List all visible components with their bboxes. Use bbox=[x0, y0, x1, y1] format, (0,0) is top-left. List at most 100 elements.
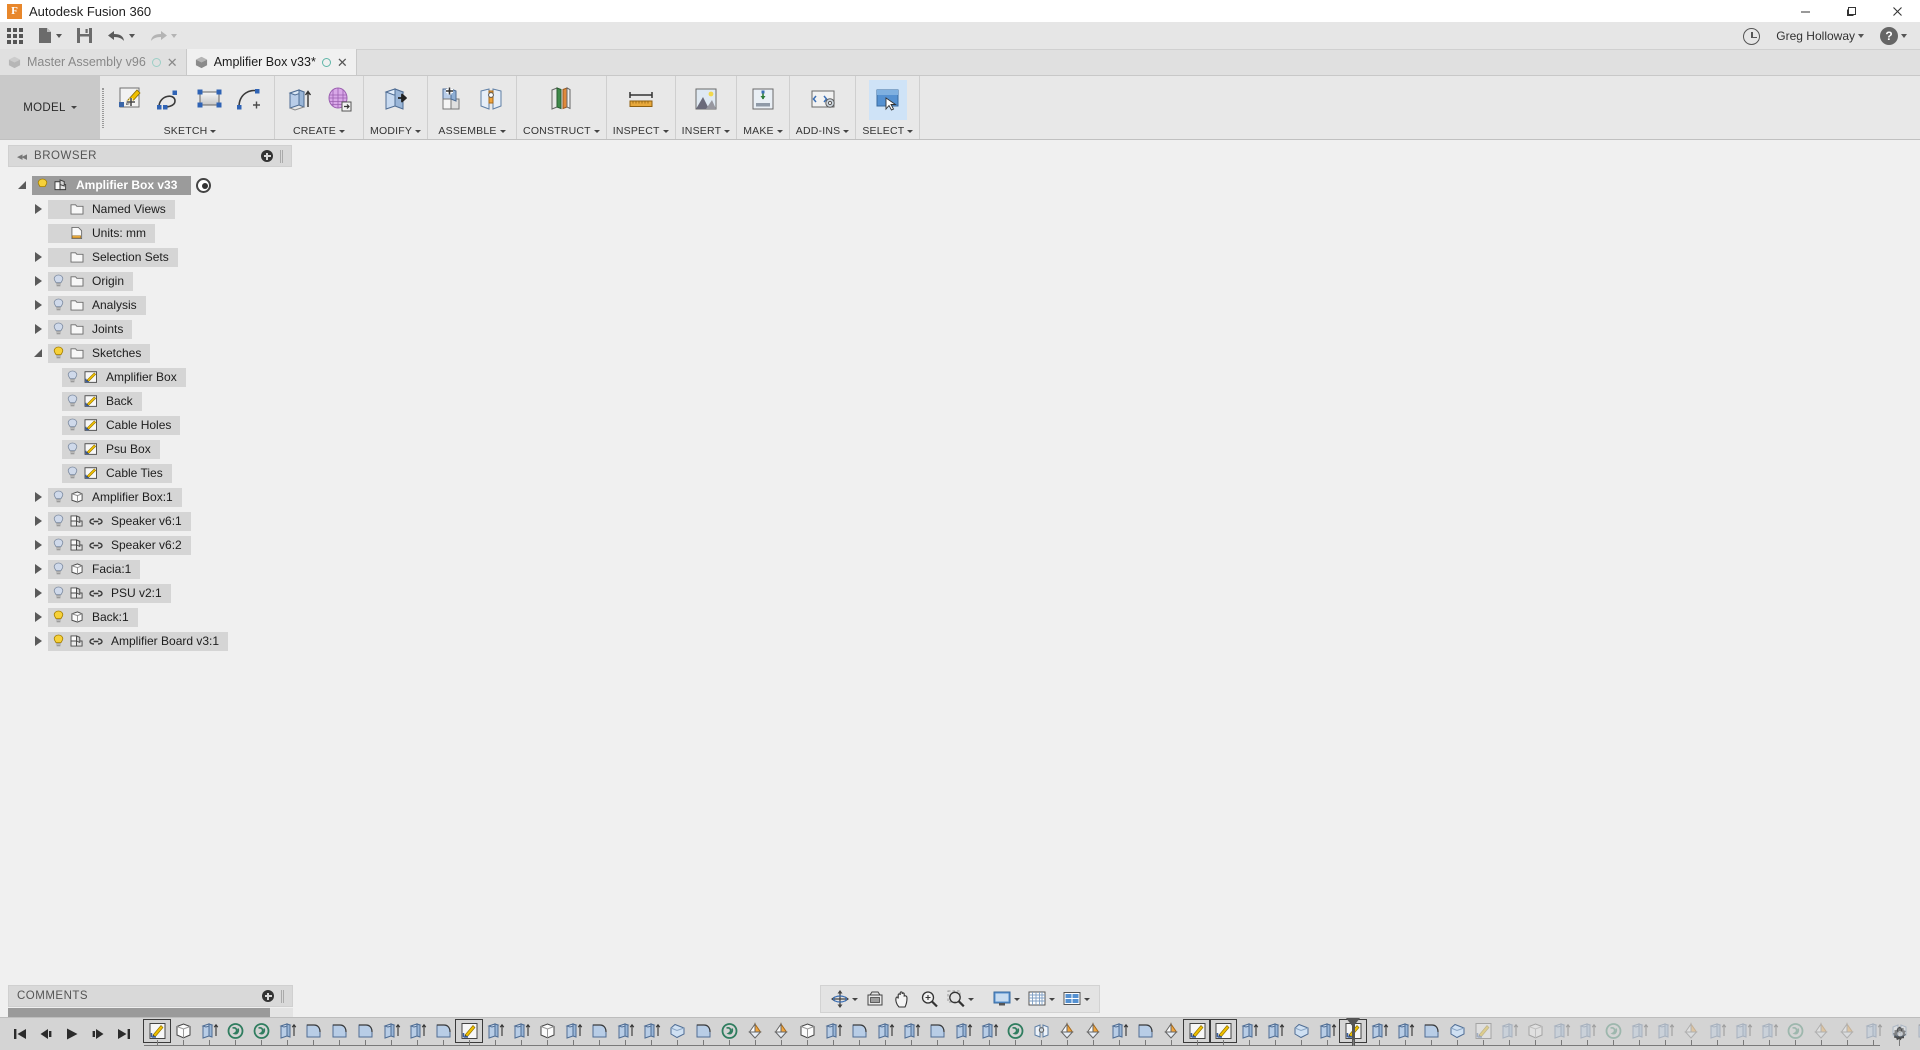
browser-item-named-views[interactable]: Named Views bbox=[0, 197, 300, 221]
timeline-feature[interactable] bbox=[560, 1020, 586, 1042]
timeline-feature[interactable] bbox=[1392, 1020, 1418, 1042]
ribbon-group-label-sketch[interactable]: SKETCH bbox=[106, 123, 274, 139]
timeline-feature[interactable] bbox=[612, 1020, 638, 1042]
visibility-bulb-icon[interactable] bbox=[52, 322, 65, 336]
create-mesh-button[interactable] bbox=[320, 80, 358, 120]
expand-arrow[interactable] bbox=[12, 181, 32, 189]
browser-item-cable-ties[interactable]: Cable Ties bbox=[0, 461, 300, 485]
timeline-feature[interactable] bbox=[1236, 1020, 1262, 1042]
browser-item-amplifier-box-1[interactable]: Amplifier Box:1 bbox=[0, 485, 300, 509]
visibility-bulb-icon[interactable] bbox=[66, 466, 79, 480]
browser-root-node[interactable]: Amplifier Box v33 bbox=[0, 173, 300, 197]
timeline-feature[interactable] bbox=[1756, 1020, 1782, 1042]
arc-button[interactable] bbox=[231, 80, 269, 120]
timeline-feature[interactable] bbox=[1080, 1020, 1106, 1042]
expand-arrow[interactable] bbox=[28, 252, 48, 262]
timeline-feature[interactable] bbox=[768, 1020, 794, 1042]
user-menu-button[interactable]: Greg Holloway bbox=[1769, 22, 1871, 50]
document-tab-amplifier-box[interactable]: Amplifier Box v33* ✕ bbox=[187, 49, 357, 75]
visibility-bulb-icon[interactable] bbox=[52, 610, 65, 624]
view-cube[interactable]: BACK X Y bbox=[1772, 236, 1892, 346]
browser-item-amplifier-board-v3-1[interactable]: Amplifier Board v3:1 bbox=[0, 629, 300, 653]
timeline-feature[interactable] bbox=[1704, 1020, 1730, 1042]
help-menu-button[interactable]: ? bbox=[1873, 22, 1914, 50]
timeline-feature[interactable] bbox=[976, 1020, 1002, 1042]
expand-arrow[interactable] bbox=[28, 204, 48, 214]
scripts-addins-button[interactable] bbox=[804, 80, 842, 120]
visibility-bulb-icon[interactable] bbox=[52, 346, 65, 360]
viewports-button[interactable] bbox=[1059, 987, 1093, 1011]
timeline-feature[interactable] bbox=[1496, 1020, 1522, 1042]
browser-item-back[interactable]: Back bbox=[0, 389, 300, 413]
close-button[interactable] bbox=[1874, 0, 1920, 22]
ribbon-group-label-inspect[interactable]: INSPECT bbox=[607, 123, 675, 139]
ribbon-group-label-make[interactable]: MAKE bbox=[737, 123, 789, 139]
timeline-feature[interactable] bbox=[898, 1020, 924, 1042]
browser-item-chip[interactable]: Cable Holes bbox=[62, 416, 180, 435]
visibility-bulb-icon[interactable] bbox=[52, 562, 65, 576]
insert-image-button[interactable] bbox=[687, 80, 725, 120]
browser-item-chip[interactable]: Amplifier Box bbox=[62, 368, 186, 387]
browser-item-chip[interactable]: Psu Box bbox=[62, 440, 160, 459]
visibility-bulb-icon[interactable] bbox=[52, 274, 65, 288]
timeline-feature[interactable] bbox=[248, 1020, 274, 1042]
look-at-button[interactable] bbox=[862, 987, 888, 1011]
rectangle-button[interactable] bbox=[191, 80, 229, 120]
timeline-feature[interactable] bbox=[1860, 1020, 1886, 1042]
expand-arrow[interactable] bbox=[28, 612, 48, 622]
browser-item-analysis[interactable]: Analysis bbox=[0, 293, 300, 317]
browser-item-chip[interactable]: Selection Sets bbox=[48, 248, 178, 267]
visibility-bulb-icon[interactable] bbox=[36, 178, 49, 192]
timeline-feature[interactable] bbox=[1444, 1020, 1470, 1042]
extrude-button[interactable] bbox=[280, 80, 318, 120]
timeline-feature[interactable] bbox=[1886, 1020, 1912, 1042]
expand-arrow[interactable] bbox=[28, 300, 48, 310]
joint-button[interactable] bbox=[473, 80, 511, 120]
select-button[interactable] bbox=[869, 80, 907, 120]
visibility-bulb-icon[interactable] bbox=[52, 514, 65, 528]
browser-item-chip[interactable]: Analysis bbox=[48, 296, 146, 315]
panel-grip[interactable] bbox=[281, 990, 284, 1003]
play-button[interactable] bbox=[60, 1022, 84, 1046]
collapse-arrow[interactable] bbox=[28, 349, 48, 357]
browser-item-chip[interactable]: Back:1 bbox=[48, 608, 138, 627]
visibility-bulb-icon[interactable] bbox=[66, 394, 79, 408]
browser-item-psu-v2-1[interactable]: PSU v2:1 bbox=[0, 581, 300, 605]
timeline-feature[interactable] bbox=[456, 1020, 482, 1042]
pin-icon[interactable] bbox=[261, 150, 273, 162]
expand-arrow[interactable] bbox=[28, 636, 48, 646]
timeline-feature[interactable] bbox=[1834, 1020, 1860, 1042]
timeline-feature[interactable] bbox=[794, 1020, 820, 1042]
timeline-feature[interactable] bbox=[1574, 1020, 1600, 1042]
pan-button[interactable] bbox=[889, 987, 915, 1011]
timeline-feature[interactable] bbox=[222, 1020, 248, 1042]
timeline-feature[interactable] bbox=[1808, 1020, 1834, 1042]
step-back-button[interactable] bbox=[34, 1022, 58, 1046]
timeline-feature[interactable] bbox=[1470, 1020, 1496, 1042]
ribbon-group-label-create[interactable]: CREATE bbox=[275, 123, 363, 139]
3d-print-button[interactable] bbox=[744, 80, 782, 120]
expand-arrow[interactable] bbox=[28, 276, 48, 286]
timeline-feature[interactable] bbox=[586, 1020, 612, 1042]
browser-item-cable-holes[interactable]: Cable Holes bbox=[0, 413, 300, 437]
timeline-feature[interactable] bbox=[1548, 1020, 1574, 1042]
timeline-feature[interactable] bbox=[1288, 1020, 1314, 1042]
add-comment-icon[interactable] bbox=[262, 990, 274, 1002]
press-pull-button[interactable] bbox=[377, 80, 415, 120]
browser-item-chip[interactable]: Sketches bbox=[48, 344, 150, 363]
expand-arrow[interactable] bbox=[28, 588, 48, 598]
browser-item-chip[interactable]: Units: mm bbox=[48, 224, 155, 243]
visibility-bulb-icon[interactable] bbox=[52, 490, 65, 504]
ribbon-group-label-construct[interactable]: CONSTRUCT bbox=[517, 123, 606, 139]
browser-item-facia-1[interactable]: Facia:1 bbox=[0, 557, 300, 581]
go-to-end-button[interactable] bbox=[112, 1022, 136, 1046]
browser-item-chip[interactable]: Origin bbox=[48, 272, 133, 291]
browser-root-label[interactable]: Amplifier Box v33 bbox=[32, 176, 191, 195]
timeline-feature[interactable] bbox=[300, 1020, 326, 1042]
timeline-feature[interactable] bbox=[144, 1020, 170, 1042]
timeline-feature[interactable] bbox=[664, 1020, 690, 1042]
timeline-feature[interactable] bbox=[1418, 1020, 1444, 1042]
browser-item-chip[interactable]: Back bbox=[62, 392, 142, 411]
expand-arrow[interactable] bbox=[28, 324, 48, 334]
timeline-feature[interactable] bbox=[534, 1020, 560, 1042]
